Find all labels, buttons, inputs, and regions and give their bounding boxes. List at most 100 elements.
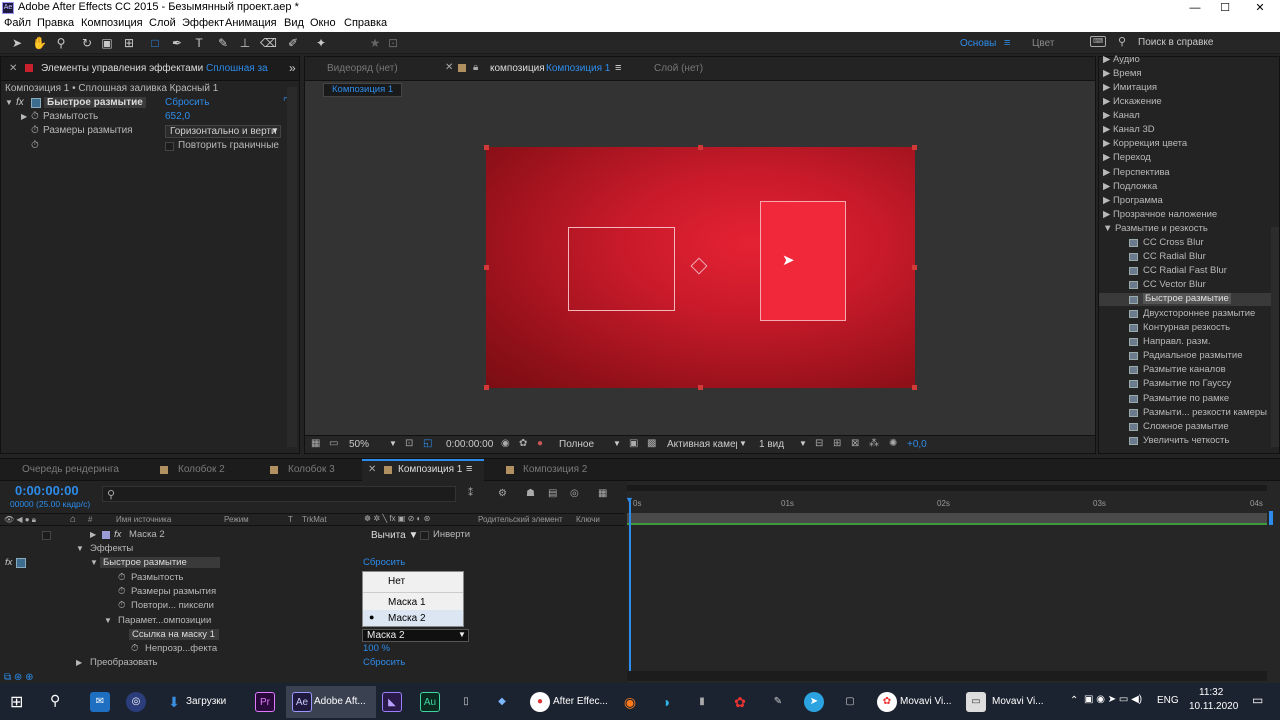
menu-view[interactable]: Вид [284, 17, 304, 29]
zoom-dropdown[interactable]: 50% [349, 439, 369, 450]
premiere-icon[interactable]: Pr [255, 692, 275, 712]
comp-canvas[interactable]: ➤ [484, 145, 917, 390]
menu-composition[interactable]: Композиция [81, 17, 143, 29]
tab-comp-name[interactable]: Композиция 1 [546, 63, 610, 74]
eraser-tool-icon[interactable]: ⌫ [260, 36, 277, 50]
layer-search-input[interactable]: ⚲ [102, 486, 456, 502]
category-color-correction[interactable]: ▶ Коррекция цвета [1103, 138, 1187, 149]
category-transition[interactable]: ▶ Переход [1103, 152, 1151, 163]
menu-help[interactable]: Справка [344, 17, 387, 29]
layer-handle[interactable] [912, 385, 917, 390]
col-parent[interactable]: Родительский элемент [478, 515, 563, 524]
effects-scrollbar[interactable] [1271, 227, 1279, 447]
tab-composition-2[interactable]: Композиция 2 [523, 464, 587, 475]
effect-item[interactable]: CC Radial Blur [1143, 251, 1206, 262]
category-channel[interactable]: ▶ Канал [1103, 110, 1140, 121]
tab-composition-1[interactable]: Композиция 1 [398, 464, 462, 475]
tab-comp-prefix[interactable]: композиция [490, 63, 545, 74]
tray-icons[interactable]: ▣ ◉ ➤ ▭ ◀) [1084, 694, 1142, 705]
pen-tool-icon[interactable]: ✒ [170, 36, 184, 50]
notifications-icon[interactable]: ▭ [1252, 693, 1263, 707]
brush-tool-icon[interactable]: ✎ [216, 36, 230, 50]
stopwatch-icon[interactable]: ⏱ [118, 586, 125, 597]
layer-handle[interactable] [698, 385, 703, 390]
playhead[interactable] [629, 501, 631, 671]
fit-icon[interactable]: ⊡ [405, 438, 413, 449]
effect-item[interactable]: Двухстороннее размытие [1143, 308, 1255, 319]
help-search-input[interactable]: Поиск в справке [1138, 37, 1213, 48]
mask-2-shape[interactable] [760, 201, 846, 321]
effect-item-selected[interactable]: Быстрое размытие [1143, 293, 1231, 304]
tab-render-queue[interactable]: Очередь рендеринга [22, 464, 119, 475]
category-matte[interactable]: ▶ Подложка [1103, 181, 1157, 192]
tab-menu-icon[interactable]: ≡ [615, 62, 621, 74]
fx-scrollbar[interactable] [287, 87, 297, 447]
rotate-tool-icon[interactable]: ↻ [80, 36, 94, 50]
movavi-icon[interactable]: ✿ [877, 692, 897, 712]
effect-item[interactable]: Контурная резкость [1143, 322, 1230, 333]
category-audio[interactable]: ▶ Аудио [1103, 54, 1140, 65]
col-mode[interactable]: Режим [224, 515, 249, 524]
effect-item[interactable]: Размыти... резкости камеры [1143, 407, 1267, 418]
timeline-bottom-icons[interactable]: ⧉ ⊛ ⊕ [4, 672, 33, 683]
edge-icon[interactable]: ◑ [656, 692, 676, 712]
close-tab-icon[interactable]: ✕ [368, 464, 376, 475]
category-time[interactable]: ▶ Время [1103, 68, 1142, 79]
col-trkmat[interactable]: TrkMat [302, 515, 327, 524]
tool-icon[interactable]: ✎ [768, 692, 788, 712]
category-simulation[interactable]: ▶ Имитация [1103, 82, 1157, 93]
layer-handle[interactable] [484, 265, 489, 270]
camera-tool-icon[interactable]: ▣ [100, 36, 114, 50]
fast-blur-reset[interactable]: Сбросить [363, 557, 405, 568]
category-perspective[interactable]: ▶ Перспектива [1103, 167, 1170, 178]
browser-icon[interactable]: ◎ [126, 692, 146, 712]
effect-opacity-value[interactable]: 100 % [363, 643, 390, 654]
menu-effect[interactable]: Эффект [182, 17, 224, 29]
fx-icon[interactable]: fx [5, 557, 12, 568]
taskbar-movavi-1[interactable]: Movavi Vi... [900, 690, 952, 714]
tab-menu-icon[interactable]: ≡ [466, 463, 472, 475]
fast-blur-effect-name[interactable]: Быстрое размытие [100, 557, 220, 568]
menu-file[interactable]: Файл [4, 17, 31, 29]
layer-handle[interactable] [912, 265, 917, 270]
effect-item[interactable]: Сложное размытие [1143, 421, 1229, 432]
tray-chevron-icon[interactable]: ⌃ [1070, 695, 1078, 706]
effect-item[interactable]: CC Radial Fast Blur [1143, 265, 1227, 276]
collapse-arrow-icon[interactable]: ▼ [104, 616, 112, 625]
rectangle-tool-icon[interactable]: □ [148, 36, 162, 50]
mask-2-name[interactable]: Маска 2 [129, 529, 165, 540]
tab-kolobok-2[interactable]: Колобок 2 [178, 464, 225, 475]
expand-arrow-icon[interactable]: ▶ [90, 530, 96, 539]
invert-checkbox[interactable] [420, 531, 429, 540]
taskbar-after-effects[interactable]: Adobe Aft... [314, 690, 366, 714]
selection-tool-icon[interactable]: ➤ [10, 36, 24, 50]
menu-edit[interactable]: Правка [37, 17, 74, 29]
menu-option-mask-1[interactable]: Маска 1 [388, 597, 426, 608]
fast-preview-icon[interactable]: ⊞ [833, 438, 841, 449]
grid-toggle-icon[interactable]: ▦ [311, 438, 320, 449]
exposure-reset-icon[interactable]: ✺ [889, 438, 897, 449]
transform-reset[interactable]: Сбросить [363, 657, 405, 668]
roto-brush-tool-icon[interactable]: ✐ [286, 36, 300, 50]
mask-color-icon[interactable] [102, 531, 110, 539]
stopwatch-icon[interactable]: ⏱ [131, 643, 138, 654]
after-effects-icon[interactable]: Ae [292, 692, 312, 712]
settings-app-icon[interactable]: ✿ [730, 692, 750, 712]
layer-handle[interactable] [484, 145, 489, 150]
anchor-point-icon[interactable] [690, 257, 708, 275]
shy-icon[interactable]: ☗ [526, 488, 535, 499]
views-dropdown[interactable]: 1 вид [759, 439, 784, 450]
col-source-name[interactable]: Имя источника [116, 515, 171, 524]
chrome-icon[interactable]: ● [530, 692, 550, 712]
app-icon[interactable]: ▢ [840, 692, 860, 712]
search-icon[interactable]: ⚲ [50, 692, 60, 709]
notes-icon[interactable]: ◆ [492, 692, 512, 712]
layer-handle[interactable] [698, 145, 703, 150]
menu-layer[interactable]: Слой [149, 17, 176, 29]
mask-1-outline[interactable] [568, 227, 675, 311]
timeline-zoom-slider[interactable] [627, 671, 1267, 681]
comp-params-label[interactable]: Парамет...омпозиции [118, 615, 211, 626]
tab-layer[interactable]: Слой (нет) [654, 63, 703, 74]
fx-effect-name[interactable]: Быстрое размытие [44, 97, 146, 108]
effect-item[interactable]: Увеличить четкость [1143, 435, 1229, 446]
